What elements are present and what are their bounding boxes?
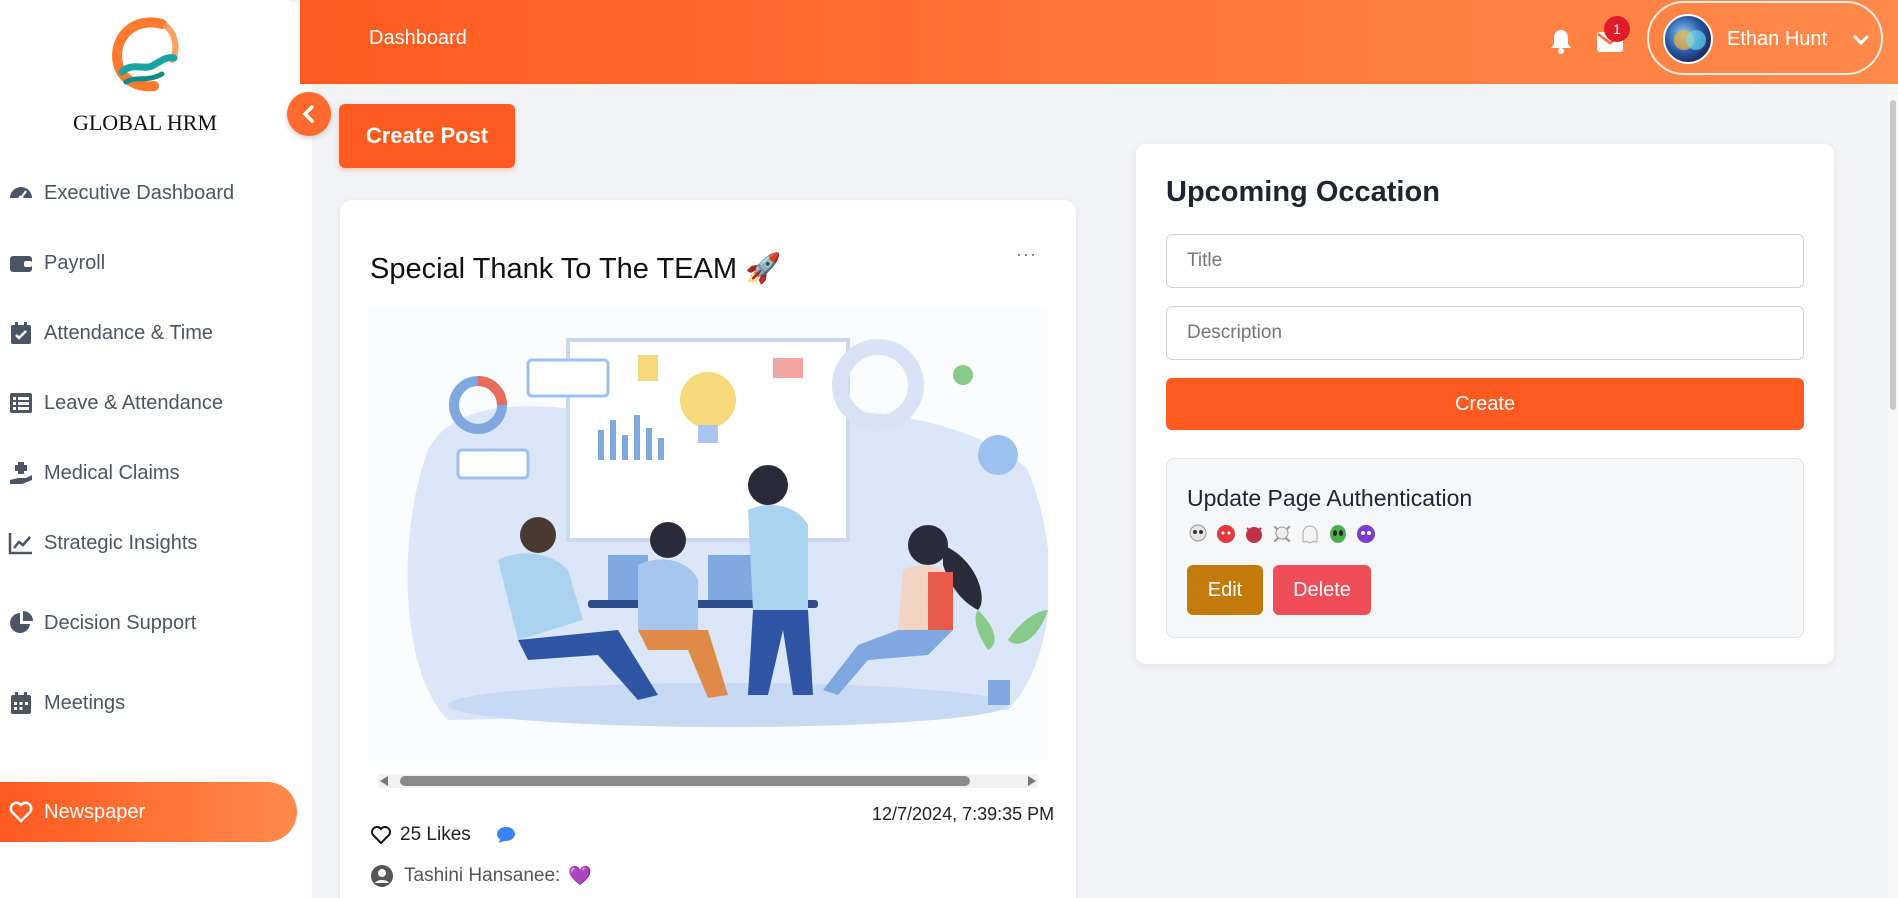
emoji-row (1187, 523, 1377, 545)
delete-button[interactable]: Delete (1273, 565, 1371, 615)
occasion-heading: Upcoming Occation (1166, 176, 1440, 208)
gauge-icon (10, 187, 32, 201)
comment-row: Tashini Hansanee: 💜 (370, 864, 592, 888)
sidebar-item-label: Decision Support (44, 611, 197, 634)
chart-line-icon (8, 533, 32, 555)
skull-crossbones-icon (1273, 525, 1291, 543)
collapse-sidebar-button[interactable] (287, 92, 331, 136)
horizontal-scrollbar[interactable] (378, 774, 1038, 788)
scrollbar-track-icon (378, 774, 1038, 788)
create-button[interactable]: Create (1166, 378, 1804, 430)
alien-icon (1330, 525, 1346, 543)
user-name: Ethan Hunt (1727, 28, 1828, 50)
breadcrumb[interactable]: Dashboard (369, 27, 467, 50)
sidebar-item-payroll[interactable]: Payroll (8, 243, 105, 283)
sidebar-item-label: Newspaper (44, 800, 146, 823)
top-bar: Dashboard 1 Ethan Hunt (300, 0, 1898, 84)
comment-author: Tashini Hansanee: (404, 865, 561, 886)
vertical-scrollbar[interactable] (1888, 84, 1898, 898)
avatar (1663, 14, 1713, 64)
edit-button[interactable]: Edit (1187, 565, 1263, 615)
user-circle-icon (371, 865, 393, 887)
post-title: Special Thank To The TEAM 🚀 (370, 253, 782, 285)
avatar-art-icon (1674, 30, 1706, 50)
bell-icon[interactable] (1546, 26, 1576, 56)
comment-icon[interactable] (495, 824, 517, 846)
chevron-left-icon (302, 105, 314, 123)
ghost-icon (1302, 525, 1318, 544)
sidebar-item-meetings[interactable]: Meetings (8, 683, 125, 723)
sidebar-item-leave-attendance[interactable]: Leave & Attendance (8, 383, 223, 423)
user-menu[interactable]: Ethan Hunt (1647, 1, 1883, 75)
heart-icon (9, 801, 33, 823)
sidebar-item-label: Executive Dashboard (44, 181, 235, 204)
hand-medical-icon (10, 462, 32, 484)
title-input[interactable] (1166, 234, 1804, 288)
occasion-item: Update Page Authentication Edit Delete (1166, 458, 1804, 638)
sidebar-item-executive-dashboard[interactable]: Executive Dashboard (8, 173, 234, 213)
occasion-item-title: Update Page Authentication (1187, 485, 1473, 511)
likes-row: 25 Likes (370, 824, 517, 846)
sidebar-item-label: Leave & Attendance (44, 391, 224, 414)
create-post-button[interactable]: Create Post (339, 104, 515, 168)
sidebar-item-label: Attendance & Time (44, 321, 213, 344)
calendar-icon (11, 692, 31, 714)
angry-face-icon (1217, 525, 1235, 543)
devil-face-icon (1246, 527, 1262, 543)
team-meeting-illustration (368, 310, 1048, 760)
post-options-button[interactable]: ··· (1016, 244, 1037, 265)
sidebar-item-label: Payroll (44, 251, 106, 274)
sidebar-item-attendance-time[interactable]: Attendance & Time (8, 313, 213, 353)
description-input[interactable] (1166, 306, 1804, 360)
sidebar-item-newspaper[interactable]: Newspaper (0, 782, 297, 842)
calendar-check-icon (11, 322, 31, 344)
list-icon (10, 393, 32, 413)
logo-icon (112, 17, 179, 92)
brand-name: GLOBAL HRM (72, 110, 218, 135)
sidebar-item-label: Meetings (44, 691, 126, 714)
like-heart-icon[interactable] (370, 824, 392, 846)
sidebar-item-label: Medical Claims (44, 461, 180, 484)
sidebar-item-decision-support[interactable]: Decision Support (8, 603, 196, 643)
post-timestamp: 12/7/2024, 7:39:35 PM (872, 804, 1055, 824)
goblin-icon (1357, 525, 1375, 543)
sidebar: GLOBAL HRM Executive Dashboard Payroll A… (0, 0, 312, 898)
likes-count: 25 Likes (400, 824, 471, 845)
scrollbar-thumb[interactable] (1890, 100, 1896, 410)
sidebar-item-label: Strategic Insights (44, 531, 198, 554)
sidebar-item-strategic-insights[interactable]: Strategic Insights (8, 523, 197, 563)
sidebar-item-medical-claims[interactable]: Medical Claims (8, 453, 180, 493)
wallet-icon (10, 256, 32, 272)
pie-chart-icon (10, 611, 33, 633)
comment-text: 💜 (568, 866, 592, 887)
mail-badge: 1 (1604, 16, 1630, 42)
upcoming-occasion-card: Upcoming Occation Create Update Page Aut… (1136, 144, 1834, 664)
skull-icon (1189, 524, 1207, 542)
chevron-down-icon (1853, 35, 1869, 46)
post-card: Special Thank To The TEAM 🚀 ··· 12/7/202… (340, 200, 1076, 898)
